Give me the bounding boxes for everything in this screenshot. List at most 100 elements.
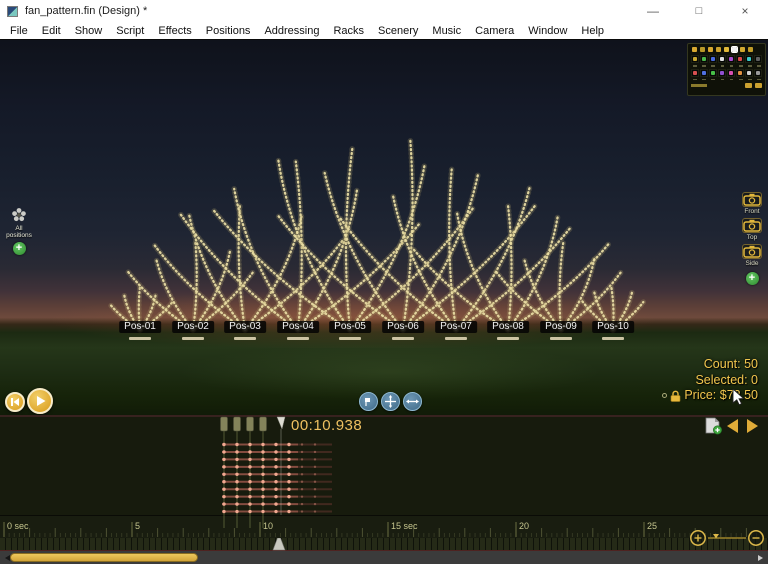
add-position-button[interactable]: + — [13, 242, 26, 255]
camera-preset-top-button[interactable] — [742, 218, 762, 233]
swatch-caption — [757, 65, 761, 67]
palette-tool-icon[interactable] — [700, 47, 705, 52]
camera-orbit-button[interactable] — [359, 392, 378, 411]
effect-swatch-color — [702, 57, 706, 61]
palette-tool-icon[interactable] — [732, 47, 737, 52]
position-label-Pos-02[interactable]: Pos-02 — [172, 321, 214, 333]
close-button[interactable]: × — [722, 0, 768, 22]
timeline-flag[interactable] — [247, 417, 254, 431]
step-forward-button[interactable] — [747, 419, 758, 433]
waveform-strip[interactable] — [0, 538, 768, 551]
menu-help[interactable]: Help — [574, 22, 611, 40]
effect-swatch[interactable] — [736, 55, 744, 63]
position-label-Pos-03[interactable]: Pos-03 — [224, 321, 266, 333]
effect-swatch[interactable] — [754, 55, 762, 63]
step-back-button[interactable] — [727, 419, 738, 433]
swatch-caption — [693, 79, 697, 81]
position-label-Pos-05[interactable]: Pos-05 — [329, 321, 371, 333]
add-track-button[interactable] — [705, 417, 723, 435]
menu-scenery[interactable]: Scenery — [371, 22, 425, 40]
zoom-in-button[interactable] — [691, 531, 705, 545]
camera-move-icon — [384, 395, 397, 408]
menu-camera[interactable]: Camera — [468, 22, 521, 40]
camera-move-button[interactable] — [381, 392, 400, 411]
swatch-caption — [702, 65, 706, 67]
effect-swatch-color — [693, 71, 697, 75]
scrollbar-thumb[interactable] — [10, 553, 198, 562]
palette-footer-button[interactable] — [755, 83, 762, 88]
timeline-events[interactable] — [222, 443, 332, 513]
palette-tool-icon[interactable] — [724, 47, 729, 52]
effect-swatch-color — [738, 71, 742, 75]
menu-racks[interactable]: Racks — [326, 22, 371, 40]
swatch-caption — [748, 79, 752, 81]
camera-preset-front-button[interactable] — [742, 192, 762, 207]
timeline-flag[interactable] — [260, 417, 267, 431]
camera-pan-button[interactable] — [403, 392, 422, 411]
position-label-Pos-10[interactable]: Pos-10 — [592, 321, 634, 333]
horizontal-scrollbar[interactable] — [0, 551, 768, 564]
effect-swatch[interactable] — [700, 55, 708, 63]
position-label-Pos-04[interactable]: Pos-04 — [277, 321, 319, 333]
viewport-3d[interactable]: Pos-01 Pos-02 Pos-03 Pos-04 Pos-05 Pos-06 Pos-… — [0, 40, 768, 415]
camera-preset-label: Side — [745, 260, 758, 267]
effect-swatch[interactable] — [718, 55, 726, 63]
price-lock-icon[interactable] — [670, 390, 681, 402]
effect-swatch[interactable] — [727, 69, 735, 77]
minimize-button[interactable]: — — [630, 0, 676, 22]
palette-tool-icon[interactable] — [708, 47, 713, 52]
rack-Pos-08 — [497, 337, 519, 340]
window-controls: — □ × — [630, 0, 768, 22]
timeline-playhead[interactable] — [277, 417, 285, 429]
maximize-button[interactable]: □ — [676, 0, 722, 22]
menu-show[interactable]: Show — [68, 22, 110, 40]
menu-edit[interactable]: Edit — [35, 22, 68, 40]
palette-tool-icon[interactable] — [740, 47, 745, 52]
timeline-flag[interactable] — [221, 417, 228, 431]
effect-swatch[interactable] — [700, 69, 708, 77]
effect-swatch-color — [738, 57, 742, 61]
effect-swatch[interactable] — [691, 69, 699, 77]
effects-palette-panel[interactable] — [687, 43, 766, 96]
play-button[interactable] — [27, 388, 53, 414]
position-label-Pos-06[interactable]: Pos-06 — [382, 321, 424, 333]
menu-script[interactable]: Script — [109, 22, 151, 40]
timeline-flag[interactable] — [234, 417, 241, 431]
skip-to-start-button[interactable] — [5, 392, 25, 412]
position-label-Pos-01[interactable]: Pos-01 — [119, 321, 161, 333]
position-label-Pos-07[interactable]: Pos-07 — [435, 321, 477, 333]
fireworks-fan-pattern — [0, 40, 768, 415]
rack-Pos-06 — [392, 337, 414, 340]
camera-preset-label: Front — [744, 208, 759, 215]
selected-label: Selected: 0 — [662, 373, 758, 389]
scroll-right-arrow-icon[interactable] — [758, 555, 763, 561]
playhead-pin[interactable] — [268, 538, 290, 551]
position-label-Pos-09[interactable]: Pos-09 — [540, 321, 582, 333]
effect-swatch[interactable] — [709, 55, 717, 63]
zoom-out-button[interactable] — [749, 531, 763, 545]
effect-swatch[interactable] — [691, 55, 699, 63]
palette-tool-icon[interactable] — [692, 47, 697, 52]
effect-swatch[interactable] — [736, 69, 744, 77]
effect-swatch[interactable] — [727, 55, 735, 63]
menu-effects[interactable]: Effects — [151, 22, 198, 40]
effect-swatch[interactable] — [718, 69, 726, 77]
effect-swatch[interactable] — [745, 55, 753, 63]
camera-preset-side-button[interactable] — [742, 244, 762, 259]
menu-music[interactable]: Music — [425, 22, 468, 40]
effect-swatch[interactable] — [709, 69, 717, 77]
position-label-Pos-08[interactable]: Pos-08 — [487, 321, 529, 333]
effect-swatch[interactable] — [745, 69, 753, 77]
palette-tool-icon[interactable] — [716, 47, 721, 52]
palette-footer-button[interactable] — [745, 83, 752, 88]
menu-positions[interactable]: Positions — [199, 22, 258, 40]
menu-addressing[interactable]: Addressing — [257, 22, 326, 40]
add-camera-view-button[interactable]: + — [746, 272, 759, 285]
menu-file[interactable]: File — [3, 22, 35, 40]
effect-swatch[interactable] — [754, 69, 762, 77]
palette-tool-icon[interactable] — [748, 47, 753, 52]
camera-orbit-icon — [363, 396, 375, 408]
effect-swatch-color — [711, 57, 715, 61]
menu-window[interactable]: Window — [521, 22, 574, 40]
flower-positions-icon[interactable] — [10, 206, 28, 224]
